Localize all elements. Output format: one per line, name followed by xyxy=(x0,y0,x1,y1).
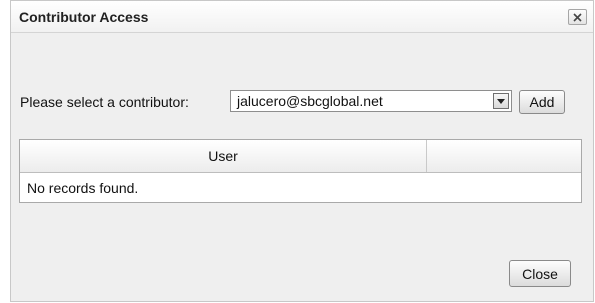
close-button[interactable]: Close xyxy=(509,260,571,287)
add-button[interactable]: Add xyxy=(519,90,565,114)
contributors-table: User No records found. xyxy=(19,139,582,203)
chevron-down-icon xyxy=(497,98,505,104)
column-header-actions xyxy=(427,140,581,172)
table-header: User xyxy=(20,140,581,173)
column-header-user[interactable]: User xyxy=(20,140,427,172)
contributor-access-dialog: Contributor Access Please select a contr… xyxy=(10,0,594,302)
dialog-close-button[interactable] xyxy=(568,9,587,25)
empty-message: No records found. xyxy=(27,180,139,196)
contributor-select-toggle[interactable] xyxy=(493,93,509,109)
contributor-label: Please select a contributor: xyxy=(20,94,189,110)
dialog-title: Contributor Access xyxy=(19,9,149,25)
contributor-select-value: jalucero@sbcglobal.net xyxy=(237,93,383,109)
dialog-titlebar: Contributor Access xyxy=(11,1,593,33)
close-icon xyxy=(573,12,582,22)
contributor-select[interactable]: jalucero@sbcglobal.net xyxy=(230,90,512,112)
